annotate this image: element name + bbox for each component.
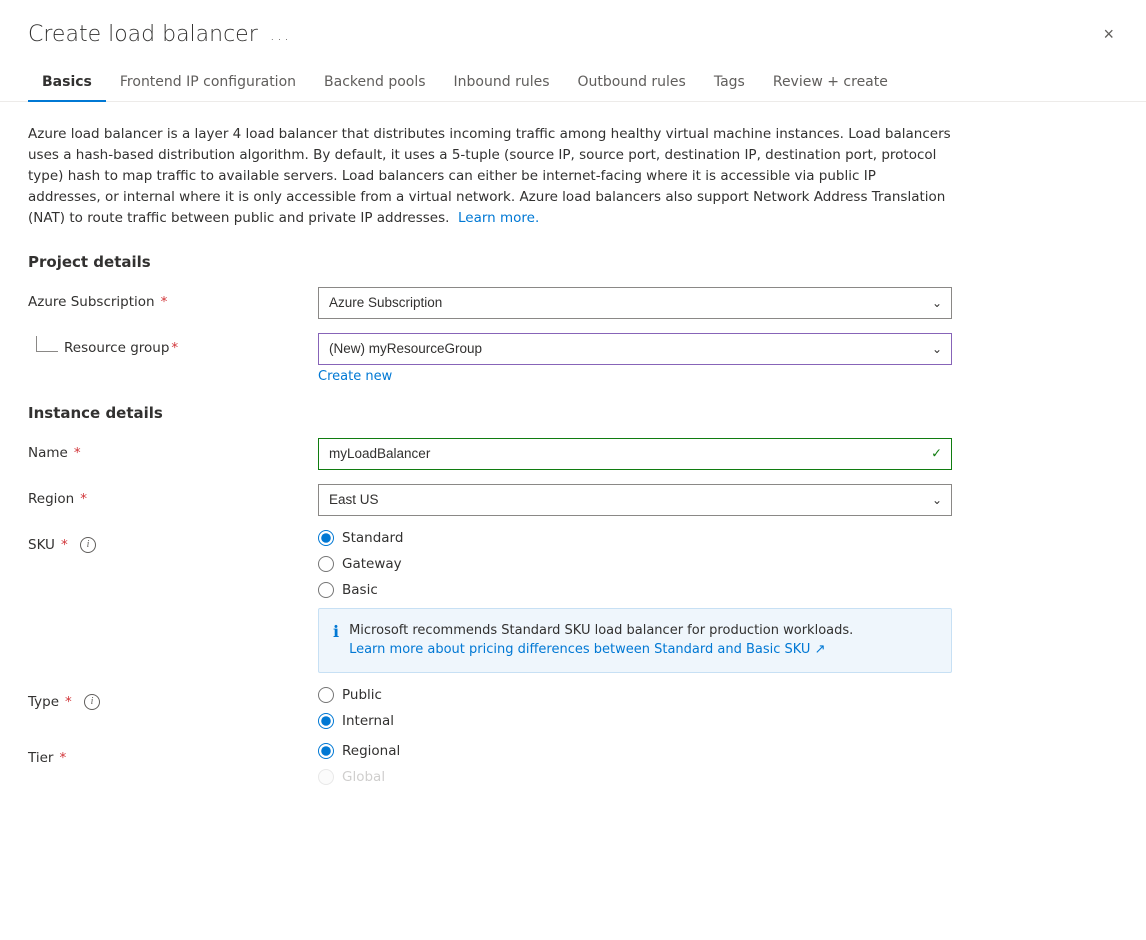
tier-regional-radio[interactable]: [318, 743, 334, 759]
tier-regional-option[interactable]: Regional: [318, 743, 952, 759]
tab-inbound-rules[interactable]: Inbound rules: [440, 66, 564, 102]
tier-label: Tier *: [28, 743, 318, 766]
type-public-label: Public: [342, 687, 382, 703]
type-internal-option[interactable]: Internal: [318, 713, 952, 729]
close-button[interactable]: ×: [1099, 20, 1118, 49]
resource-group-group: Resource group * (New) myResourceGroup ⌄…: [28, 333, 952, 384]
type-public-option[interactable]: Public: [318, 687, 952, 703]
sku-radio-group: Standard Gateway Basic: [318, 530, 952, 598]
subscription-select-wrapper: Azure Subscription ⌄: [318, 287, 952, 319]
tier-radio-group: Regional Global: [318, 743, 952, 785]
resource-group-indent: Resource group *: [28, 333, 318, 356]
learn-more-link[interactable]: Learn more.: [458, 210, 539, 226]
sku-basic-radio[interactable]: [318, 582, 334, 598]
sku-label: SKU * i: [28, 530, 318, 553]
resource-group-required: *: [171, 340, 178, 356]
name-group: Name * myLoadBalancer ✓: [28, 438, 952, 470]
type-radio-group: Public Internal: [318, 687, 952, 729]
tabs-bar: Basics Frontend IP configuration Backend…: [0, 49, 1146, 102]
type-control: Public Internal: [318, 687, 952, 729]
type-internal-label: Internal: [342, 713, 394, 729]
tier-regional-label: Regional: [342, 743, 400, 759]
subscription-control: Azure Subscription ⌄: [318, 287, 952, 319]
subscription-select[interactable]: Azure Subscription: [318, 287, 952, 319]
name-required: *: [74, 445, 81, 461]
sku-gateway-label: Gateway: [342, 556, 402, 572]
subscription-label: Azure Subscription *: [28, 287, 318, 310]
name-label: Name *: [28, 438, 318, 461]
name-select[interactable]: myLoadBalancer: [318, 438, 952, 470]
tier-required: *: [59, 750, 66, 766]
type-group: Type * i Public Internal: [28, 687, 952, 729]
sku-basic-option[interactable]: Basic: [318, 582, 952, 598]
sku-standard-option[interactable]: Standard: [318, 530, 952, 546]
type-internal-radio[interactable]: [318, 713, 334, 729]
project-details-section: Project details Azure Subscription * Azu…: [28, 253, 952, 384]
title-text: Create load balancer: [28, 22, 258, 47]
sku-info-box: ℹ Microsoft recommends Standard SKU load…: [318, 608, 952, 673]
instance-details-section: Instance details Name * myLoadBalancer ✓…: [28, 404, 952, 785]
resource-group-select[interactable]: (New) myResourceGroup: [318, 333, 952, 365]
name-select-wrapper: myLoadBalancer ✓: [318, 438, 952, 470]
tab-frontend-ip[interactable]: Frontend IP configuration: [106, 66, 310, 102]
sku-gateway-radio[interactable]: [318, 556, 334, 572]
project-details-title: Project details: [28, 253, 952, 271]
resource-group-select-wrapper: (New) myResourceGroup ⌄: [318, 333, 952, 365]
tab-backend-pools[interactable]: Backend pools: [310, 66, 440, 102]
title-ellipsis: ...: [270, 25, 291, 44]
sku-standard-label: Standard: [342, 530, 403, 546]
tier-group: Tier * Regional Global: [28, 743, 952, 785]
subscription-group: Azure Subscription * Azure Subscription …: [28, 287, 952, 319]
sku-group: SKU * i Standard Gateway: [28, 530, 952, 673]
resource-group-label: Resource group *: [64, 340, 178, 356]
type-info-icon[interactable]: i: [84, 694, 100, 710]
main-content: Azure load balancer is a layer 4 load ba…: [0, 102, 980, 833]
tier-global-option[interactable]: Global: [318, 769, 952, 785]
region-required: *: [80, 491, 87, 507]
region-select-wrapper: East US West US East US 2 West Europe ⌄: [318, 484, 952, 516]
tab-outbound-rules[interactable]: Outbound rules: [564, 66, 700, 102]
indent-connector: [36, 336, 58, 352]
type-label: Type * i: [28, 687, 318, 710]
tab-tags[interactable]: Tags: [700, 66, 759, 102]
region-label: Region *: [28, 484, 318, 507]
resource-group-control: (New) myResourceGroup ⌄ Create new: [318, 333, 952, 384]
type-public-radio[interactable]: [318, 687, 334, 703]
tier-global-radio: [318, 769, 334, 785]
dialog-header: Create load balancer ... ×: [0, 0, 1146, 49]
dialog-title: Create load balancer ...: [28, 22, 291, 47]
subscription-required: *: [161, 294, 168, 310]
sku-info-icon[interactable]: i: [80, 537, 96, 553]
sku-standard-radio[interactable]: [318, 530, 334, 546]
tier-control: Regional Global: [318, 743, 952, 785]
tier-global-label: Global: [342, 769, 385, 785]
tab-basics[interactable]: Basics: [28, 66, 106, 102]
sku-gateway-option[interactable]: Gateway: [318, 556, 952, 572]
create-load-balancer-dialog: Create load balancer ... × Basics Fronte…: [0, 0, 1146, 940]
sku-control: Standard Gateway Basic ℹ: [318, 530, 952, 673]
info-box-icon: ℹ: [333, 622, 339, 641]
info-box-content: Microsoft recommends Standard SKU load b…: [349, 621, 853, 660]
create-new-link[interactable]: Create new: [318, 369, 392, 384]
name-control: myLoadBalancer ✓: [318, 438, 952, 470]
sku-required: *: [61, 537, 68, 553]
sku-basic-label: Basic: [342, 582, 378, 598]
region-group: Region * East US West US East US 2 West …: [28, 484, 952, 516]
sku-learn-more-link[interactable]: Learn more about pricing differences bet…: [349, 642, 825, 657]
type-required: *: [65, 694, 72, 710]
instance-details-title: Instance details: [28, 404, 952, 422]
tab-review-create[interactable]: Review + create: [759, 66, 902, 102]
region-select[interactable]: East US West US East US 2 West Europe: [318, 484, 952, 516]
description-text: Azure load balancer is a layer 4 load ba…: [28, 124, 952, 229]
region-control: East US West US East US 2 West Europe ⌄: [318, 484, 952, 516]
